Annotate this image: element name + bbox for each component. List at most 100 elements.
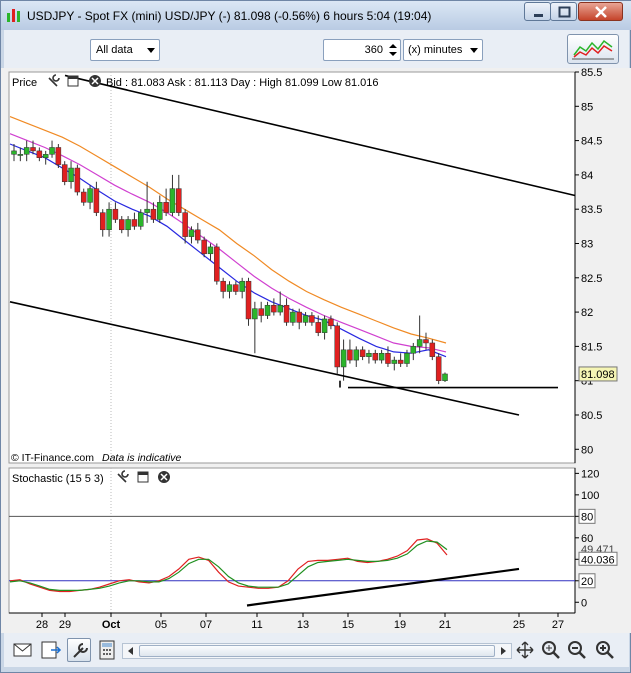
- scroll-right-icon[interactable]: [496, 645, 510, 657]
- wrench-icon: [73, 643, 88, 658]
- candle: [347, 349, 353, 361]
- close-panel-icon[interactable]: [89, 75, 101, 87]
- stoch-d-label: 40.036: [581, 554, 615, 566]
- interval-unit-select[interactable]: (x) minutes: [403, 39, 483, 61]
- chart-area: 85.5 85 84.5 84 83.5 83 82.5 82 81.5 81 80.5 80 Pri…: [1, 67, 631, 633]
- fit-button[interactable]: [513, 638, 537, 662]
- window-icon[interactable]: [137, 471, 149, 483]
- spin-down-icon[interactable]: [389, 52, 397, 56]
- current-price-marker: 81.098: [578, 366, 618, 382]
- zoom-in-button[interactable]: [593, 638, 617, 662]
- chart-canvas[interactable]: 85.58584.58483.58382.58281.58180.580 Pri…: [1, 67, 631, 633]
- settings-button[interactable]: [67, 638, 91, 662]
- candle: [315, 322, 321, 333]
- candle: [144, 208, 150, 213]
- candle: [334, 325, 340, 368]
- candle: [214, 246, 220, 282]
- print-button[interactable]: [95, 638, 119, 662]
- x-tick-label: 28: [36, 619, 48, 631]
- candle: [30, 147, 36, 152]
- y-tick-label: 60: [581, 533, 593, 545]
- candle: [366, 352, 372, 357]
- calculator-icon: [99, 640, 115, 660]
- x-tick-label: 11: [251, 619, 262, 631]
- candle: [61, 164, 68, 183]
- minimize-button[interactable]: [524, 2, 551, 21]
- close-button[interactable]: [578, 2, 623, 21]
- candle: [385, 352, 391, 364]
- candle: [157, 202, 163, 220]
- data-range-select[interactable]: All data: [90, 39, 160, 61]
- interval-value-spinner[interactable]: 360: [323, 39, 401, 61]
- candle: [42, 154, 49, 158]
- x-tick-label: 05: [155, 619, 167, 631]
- time-axis: 28 29 Oct 05 07 11 13 15 19 21 25 27: [9, 612, 575, 631]
- candle: [340, 349, 347, 368]
- x-tick-label: 21: [439, 619, 451, 631]
- chevron-down-icon: [470, 48, 478, 53]
- candle: [176, 188, 182, 213]
- maximize-button[interactable]: [550, 2, 577, 21]
- chevron-down-icon: [147, 48, 155, 53]
- candle: [182, 212, 188, 237]
- y-tick-label: 83.5: [581, 204, 602, 216]
- candle: [239, 280, 245, 292]
- stochastic-panel[interactable]: [8, 467, 576, 614]
- candle: [11, 150, 17, 155]
- candle: [150, 208, 157, 220]
- y-tick-label: 82.5: [581, 273, 602, 285]
- scrollbar-thumb[interactable]: [139, 645, 495, 657]
- time-scrollbar[interactable]: [122, 643, 512, 659]
- candle: [188, 229, 195, 237]
- candle: [106, 208, 112, 231]
- y-tick-label: 80: [581, 444, 593, 456]
- stochastic-value-labels: 49.471 40.036: [578, 544, 618, 566]
- candle: [201, 239, 207, 255]
- chart-app-icon: [7, 9, 20, 22]
- zoom-fit-button[interactable]: [539, 638, 563, 662]
- indicators-button[interactable]: [567, 34, 619, 64]
- y-tick-label: 85: [581, 101, 593, 113]
- candle: [125, 219, 131, 231]
- candle: [378, 352, 385, 361]
- candle: [429, 342, 436, 357]
- candle: [258, 308, 264, 316]
- resize-arrows-icon: [516, 641, 534, 659]
- candle: [74, 167, 81, 193]
- current-price-label: 81.098: [581, 369, 615, 381]
- chart-toolbar: All data 360 (x) minutes: [4, 30, 629, 68]
- export-button[interactable]: [39, 638, 63, 662]
- candle: [36, 150, 43, 158]
- indicator-chart-icon: [572, 39, 614, 60]
- spin-up-icon[interactable]: [389, 44, 397, 48]
- candle: [296, 311, 302, 323]
- reference-label: 80: [581, 511, 593, 523]
- x-tick-label: Oct: [102, 619, 121, 631]
- interval-value-text: 360: [364, 44, 383, 56]
- stochastic-y-axis: 120100806040200: [574, 468, 599, 613]
- candle: [404, 352, 410, 364]
- x-tick-label: 07: [200, 619, 212, 631]
- email-button[interactable]: [11, 638, 35, 662]
- quote-text: Bid : 81.083 Ask : 81.113 Day : High 81.…: [106, 77, 379, 89]
- candle: [49, 147, 55, 155]
- window-icon[interactable]: [67, 75, 79, 87]
- stochastic-label: Stochastic (15 5 3): [12, 473, 104, 485]
- candle: [277, 304, 283, 313]
- candle: [309, 315, 315, 323]
- candle: [283, 304, 290, 323]
- candle: [207, 246, 214, 255]
- price-panel[interactable]: [8, 71, 576, 464]
- envelope-icon: [13, 643, 32, 657]
- y-tick-label: 120: [581, 468, 599, 480]
- scroll-left-icon[interactable]: [124, 645, 138, 657]
- y-tick-label: 81.5: [581, 341, 602, 353]
- zoom-fit-icon: [542, 641, 560, 659]
- title-bar[interactable]: USDJPY - Spot FX (mini) USD/JPY (-) 81.0…: [1, 1, 631, 30]
- candle: [233, 284, 239, 292]
- candle: [252, 308, 258, 320]
- zoom-out-button[interactable]: [565, 638, 589, 662]
- candle: [220, 280, 226, 292]
- x-tick-label: 29: [59, 619, 71, 631]
- close-panel-icon[interactable]: [158, 471, 170, 483]
